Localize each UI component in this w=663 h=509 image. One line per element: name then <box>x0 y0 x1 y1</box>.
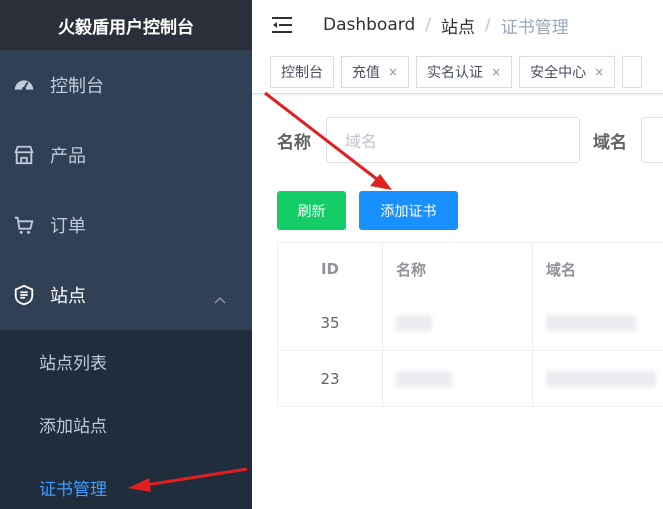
breadcrumb-separator: / <box>484 15 491 35</box>
submenu-item-add-site[interactable]: 添加站点 <box>0 393 252 456</box>
cell-domain-redacted <box>533 295 663 350</box>
tag-recharge[interactable]: 充值 × <box>341 55 410 88</box>
search-form: 名称 域名 域名 <box>277 117 663 163</box>
tags-view: 控制台 充值 × 实名认证 × 安全中心 × <box>252 50 663 94</box>
shop-icon <box>12 143 36 167</box>
sidebar-item-products[interactable]: 产品 <box>0 120 252 190</box>
tag-label: 实名认证 <box>427 64 484 81</box>
refresh-button[interactable]: 刷新 <box>277 191 346 230</box>
cell-domain-redacted <box>533 351 663 406</box>
breadcrumb-item-sites[interactable]: 站点 <box>441 13 475 38</box>
submenu-item-label: 添加站点 <box>39 417 107 437</box>
name-input[interactable]: 域名 <box>326 117 580 163</box>
brand-title: 火毅盾用户控制台 <box>0 0 252 50</box>
close-icon[interactable]: × <box>491 65 501 79</box>
column-header-name[interactable]: 名称 <box>383 243 533 295</box>
cell-id: 35 <box>277 295 383 350</box>
chevron-up-icon <box>214 288 226 309</box>
sites-submenu: 站点列表 添加站点 证书管理 <box>0 330 252 509</box>
sidebar-item-label: 订单 <box>50 216 86 237</box>
submenu-item-cert-management[interactable]: 证书管理 <box>0 456 252 509</box>
sidebar: 火毅盾用户控制台 控制台 产品 订单 站点 站点列表 添加站点 证书管理 <box>0 0 252 509</box>
tag-overflow[interactable] <box>622 55 643 88</box>
main-content: 名称 域名 域名 刷新 添加证书 ID 名称 域名 35 23 <box>252 95 663 509</box>
breadcrumb-item-dashboard[interactable]: Dashboard <box>323 15 415 35</box>
breadcrumb: Dashboard / 站点 / 证书管理 <box>323 13 569 38</box>
close-icon[interactable]: × <box>594 65 604 79</box>
breadcrumb-item-current: 证书管理 <box>500 17 569 38</box>
sidebar-item-dashboard[interactable]: 控制台 <box>0 50 252 120</box>
column-header-domain[interactable]: 域名 <box>533 243 663 295</box>
domain-label: 域名 <box>593 132 627 153</box>
table-row[interactable]: 23 <box>277 351 663 407</box>
sidebar-item-label: 控制台 <box>50 76 104 97</box>
submenu-item-label: 证书管理 <box>39 480 107 500</box>
submenu-item-site-list[interactable]: 站点列表 <box>0 330 252 393</box>
tag-real-name-auth[interactable]: 实名认证 × <box>416 55 513 88</box>
table-row[interactable]: 35 <box>277 295 663 351</box>
cert-table: ID 名称 域名 35 23 <box>277 242 663 407</box>
tag-security-center[interactable]: 安全中心 × <box>519 55 616 88</box>
cell-name-redacted <box>383 351 533 406</box>
sidebar-item-sites[interactable]: 站点 <box>0 260 252 330</box>
name-input-placeholder: 域名 <box>345 132 378 151</box>
column-header-id[interactable]: ID <box>277 243 383 295</box>
cell-id: 23 <box>277 351 383 406</box>
site-icon <box>12 283 36 307</box>
breadcrumb-separator: / <box>425 15 431 35</box>
sidebar-item-orders[interactable]: 订单 <box>0 190 252 260</box>
hamburger-icon[interactable] <box>271 15 293 35</box>
app-root: 火毅盾用户控制台 控制台 产品 订单 站点 站点列表 添加站点 证书管理 Das… <box>0 0 663 509</box>
domain-input[interactable] <box>641 117 663 163</box>
name-label: 名称 <box>277 132 311 153</box>
submenu-item-label: 站点列表 <box>39 354 107 374</box>
table-header-row: ID 名称 域名 <box>277 243 663 295</box>
tag-label: 安全中心 <box>530 64 587 81</box>
tag-dashboard[interactable]: 控制台 <box>270 55 334 88</box>
dashboard-icon <box>12 73 36 97</box>
sidebar-item-label: 产品 <box>50 146 86 167</box>
close-icon[interactable]: × <box>388 65 398 79</box>
tag-label: 充值 <box>352 64 380 81</box>
cell-name-redacted <box>383 295 533 350</box>
cart-icon <box>12 213 36 237</box>
tag-label: 控制台 <box>281 64 323 81</box>
sidebar-item-label: 站点 <box>50 286 86 307</box>
top-navbar: Dashboard / 站点 / 证书管理 <box>252 0 663 50</box>
add-cert-button[interactable]: 添加证书 <box>359 191 458 230</box>
